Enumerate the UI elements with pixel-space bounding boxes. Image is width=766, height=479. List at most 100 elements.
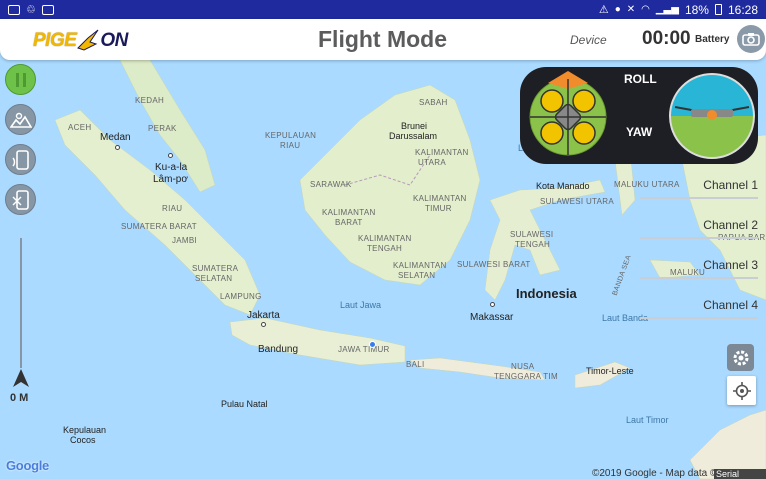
camera-icon bbox=[742, 33, 760, 46]
yaw-label: YAW bbox=[626, 125, 653, 139]
map-label: NUSA bbox=[511, 362, 535, 371]
map-label: TIMUR bbox=[425, 204, 452, 213]
gear-icon bbox=[733, 350, 748, 365]
map-label: Darussalam bbox=[389, 131, 438, 141]
map-label: PERAK bbox=[148, 124, 177, 133]
channel-bar bbox=[640, 277, 758, 279]
mute-icon: ✕ bbox=[626, 4, 636, 15]
map-label: KALIMANTAN bbox=[393, 261, 447, 270]
altitude-arrow-icon bbox=[13, 369, 29, 387]
map-label: Pulau Natal bbox=[221, 399, 268, 409]
map-label: SARAWAK bbox=[310, 180, 352, 189]
map-label: BARAT bbox=[335, 218, 363, 227]
serial-monitor-button[interactable]: Serial Monitor bbox=[714, 469, 766, 479]
signal-icon: ▁▃▅ bbox=[655, 4, 679, 15]
map-label: Lâm-pơ bbox=[153, 174, 188, 185]
location-icon: ● bbox=[614, 4, 621, 15]
status-icons-left: ♲ bbox=[8, 3, 54, 16]
map-label: Makassar bbox=[470, 312, 514, 323]
camera-button[interactable] bbox=[737, 25, 765, 53]
page-title: Flight Mode bbox=[318, 26, 448, 52]
map-label: KALIMANTAN bbox=[413, 194, 467, 203]
map-label: SELATAN bbox=[195, 274, 233, 283]
map-label: Brunei bbox=[401, 121, 428, 131]
map-label: Medan bbox=[100, 132, 131, 143]
pause-button[interactable] bbox=[5, 64, 36, 95]
google-logo-text: Google bbox=[6, 458, 49, 473]
map-label: Ku-a-la bbox=[155, 162, 188, 173]
altitude-value: 0 M bbox=[10, 392, 29, 404]
map-mode-button[interactable] bbox=[5, 104, 36, 135]
map-label: SUMATERA BARAT bbox=[121, 222, 197, 231]
map-label: RIAU bbox=[280, 141, 301, 150]
app-bar: PIGE ON Flight Mode Device 00:00 Battery bbox=[0, 19, 766, 60]
map-label: TENGAH bbox=[367, 244, 403, 253]
map-label: KALIMANTAN bbox=[358, 234, 412, 243]
pause-icon bbox=[15, 72, 26, 87]
map-label: Laut Timor bbox=[626, 415, 669, 425]
map-label: KEPULAUAN bbox=[265, 131, 317, 140]
city-dot bbox=[490, 302, 495, 307]
crosshair-icon bbox=[732, 381, 751, 400]
map-label: Laut Jawa bbox=[340, 300, 382, 310]
flight-timer: 00:00 bbox=[642, 28, 691, 49]
city-dot bbox=[261, 322, 266, 327]
map-label: SULAWESI BARAT bbox=[457, 260, 531, 269]
status-bar: ♲ ⚠ ● ✕ ◠ ▁▃▅ 18% 16:28 bbox=[0, 0, 766, 19]
channel-indicator: Channel 4 bbox=[640, 298, 758, 319]
map-label: Indonesia bbox=[516, 286, 577, 301]
current-location-marker bbox=[369, 341, 376, 348]
device-disconnect-icon bbox=[12, 189, 29, 210]
warning-icon: ⚠ bbox=[598, 4, 609, 16]
city-dot bbox=[115, 145, 120, 150]
app-logo: PIGE ON bbox=[33, 29, 128, 53]
channel-label: Channel 3 bbox=[703, 258, 758, 272]
settings-button[interactable] bbox=[727, 344, 754, 371]
channel-label: Channel 2 bbox=[703, 218, 758, 232]
channel-indicator: Channel 2 bbox=[640, 218, 758, 239]
roll-label: ROLL bbox=[624, 72, 657, 86]
map-label: SABAH bbox=[419, 98, 448, 107]
map-label: KEDAH bbox=[135, 96, 165, 105]
city-dot bbox=[168, 153, 173, 158]
artificial-horizon-icon bbox=[669, 73, 755, 159]
channel-indicator: Channel 3 bbox=[640, 258, 758, 279]
map-label: KALIMANTAN bbox=[415, 148, 469, 157]
google-logo: Google bbox=[6, 458, 49, 473]
map-label: JAMBI bbox=[172, 236, 198, 245]
map-label: Kota Manado bbox=[536, 181, 590, 191]
device-connect-icon bbox=[11, 149, 29, 170]
map-label: TENGAH bbox=[515, 240, 551, 249]
image-icon bbox=[41, 4, 54, 15]
my-location-button[interactable] bbox=[727, 376, 756, 405]
map-label: ACEH bbox=[68, 123, 92, 132]
device-connect-button[interactable] bbox=[5, 144, 36, 175]
channel-label: Channel 1 bbox=[703, 178, 758, 192]
sync-icon: ♲ bbox=[26, 4, 36, 16]
map-label: UTARA bbox=[418, 158, 447, 167]
logo-bird-icon bbox=[77, 29, 99, 51]
channel-label: Channel 4 bbox=[703, 298, 758, 312]
channel-bar bbox=[640, 197, 758, 199]
map-label: TENGGARA TIM bbox=[494, 372, 558, 381]
map-mode-icon bbox=[9, 112, 32, 128]
map-label: JAWA TIMUR bbox=[338, 345, 390, 354]
device-disconnect-button[interactable] bbox=[5, 184, 36, 215]
channel-bar bbox=[640, 237, 758, 239]
battery-label: Battery bbox=[695, 34, 730, 45]
altitude-scale bbox=[20, 238, 22, 368]
map-label: LAMPUNG bbox=[220, 292, 262, 301]
gallery-icon bbox=[8, 4, 20, 15]
map-label: KALIMANTAN bbox=[322, 208, 376, 217]
logo-text-1: PIGE bbox=[33, 30, 77, 51]
map-label: Bandung bbox=[258, 344, 299, 355]
device-label: Device bbox=[570, 33, 607, 47]
clock: 16:28 bbox=[727, 2, 758, 17]
channel-bar bbox=[640, 317, 758, 319]
battery-percent: 18% bbox=[684, 2, 709, 17]
wifi-icon: ◠ bbox=[641, 4, 650, 15]
drone-yaw-icon bbox=[529, 71, 607, 156]
map-label: BALI bbox=[406, 360, 425, 369]
map-label: Timor-Leste bbox=[586, 366, 634, 376]
logo-text-2: ON bbox=[100, 30, 128, 51]
